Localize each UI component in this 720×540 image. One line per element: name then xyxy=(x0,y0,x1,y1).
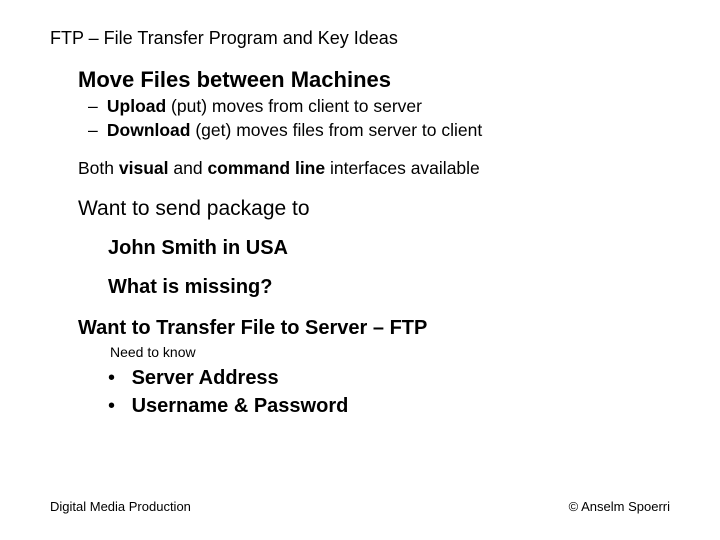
dash-icon: – xyxy=(88,119,102,143)
sub-download-bold: Download xyxy=(107,120,191,140)
heading-move-files: Move Files between Machines xyxy=(78,67,670,93)
sub-upload: – Upload (put) moves from client to serv… xyxy=(88,95,670,119)
bullet-icon: • xyxy=(108,392,126,420)
both-interfaces-line: Both visual and command line interfaces … xyxy=(78,158,670,179)
want-transfer-line: Want to Transfer File to Server – FTP xyxy=(78,317,670,340)
both-cmdline: command line xyxy=(207,158,325,178)
sub-upload-rest: (put) moves from client to server xyxy=(166,96,422,116)
footer-right: © Anselm Spoerri xyxy=(569,499,670,514)
sub-download: – Download (get) moves files from server… xyxy=(88,119,670,143)
slide-title: FTP – File Transfer Program and Key Idea… xyxy=(50,28,670,49)
both-p1: Both xyxy=(78,158,119,178)
need-to-know: Need to know xyxy=(110,344,670,360)
bullet-username-password: • Username & Password xyxy=(108,392,670,420)
both-p3: interfaces available xyxy=(325,158,480,178)
want-send-package: Want to send package to xyxy=(78,197,670,221)
both-p2: and xyxy=(169,158,208,178)
john-smith-line: John Smith in USA xyxy=(108,237,670,260)
footer-left: Digital Media Production xyxy=(50,499,191,514)
bullet-username-password-text: Username & Password xyxy=(132,395,349,417)
sub-download-rest: (get) moves files from server to client xyxy=(190,120,482,140)
what-missing-line: What is missing? xyxy=(108,276,670,299)
footer: Digital Media Production © Anselm Spoerr… xyxy=(50,499,670,514)
sub-upload-bold: Upload xyxy=(107,96,166,116)
bullet-server-address: • Server Address xyxy=(108,364,670,392)
dash-icon: – xyxy=(88,95,102,119)
bullet-server-address-text: Server Address xyxy=(132,367,279,389)
both-visual: visual xyxy=(119,158,169,178)
slide: FTP – File Transfer Program and Key Idea… xyxy=(0,0,720,540)
bullet-icon: • xyxy=(108,364,126,392)
